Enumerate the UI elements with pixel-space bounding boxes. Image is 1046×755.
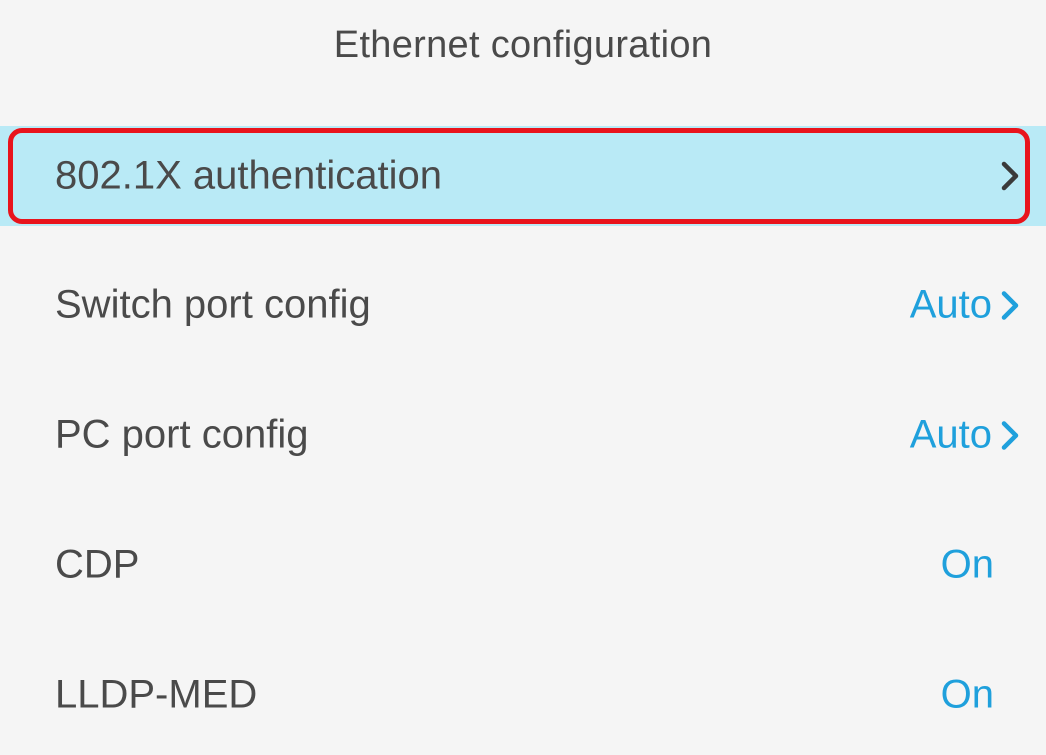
ethernet-config-screen: Ethernet configuration 802.1X authentica…	[0, 0, 1046, 755]
list-item-switch-port-config[interactable]: Switch port config Auto	[0, 250, 1046, 360]
list-item-value-text: On	[940, 672, 994, 717]
list-item-value-text: On	[940, 542, 994, 587]
list-item-label: Switch port config	[55, 282, 371, 327]
list-item-value	[992, 156, 1024, 196]
list-item-value-text: Auto	[909, 282, 992, 327]
list-item-label: LLDP-MED	[55, 672, 258, 717]
list-item-label: CDP	[55, 542, 140, 587]
list-item-value: Auto	[910, 413, 1024, 458]
list-item-value-text: Auto	[909, 412, 992, 457]
list-item-value: Auto	[910, 283, 1024, 328]
list-item-label: 802.1X authentication	[55, 153, 442, 198]
chevron-right-icon	[994, 156, 1024, 196]
chevron-right-icon	[994, 285, 1024, 325]
list-item-label: PC port config	[55, 412, 309, 457]
chevron-right-icon	[994, 415, 1024, 455]
list-item-lldp-med[interactable]: LLDP-MED On	[0, 640, 1046, 750]
list-item-pc-port-config[interactable]: PC port config Auto	[0, 380, 1046, 490]
page-title: Ethernet configuration	[333, 24, 713, 66]
list-item-8021x-authentication[interactable]: 802.1X authentication	[0, 126, 1046, 226]
list-item-cdp[interactable]: CDP On	[0, 510, 1046, 620]
